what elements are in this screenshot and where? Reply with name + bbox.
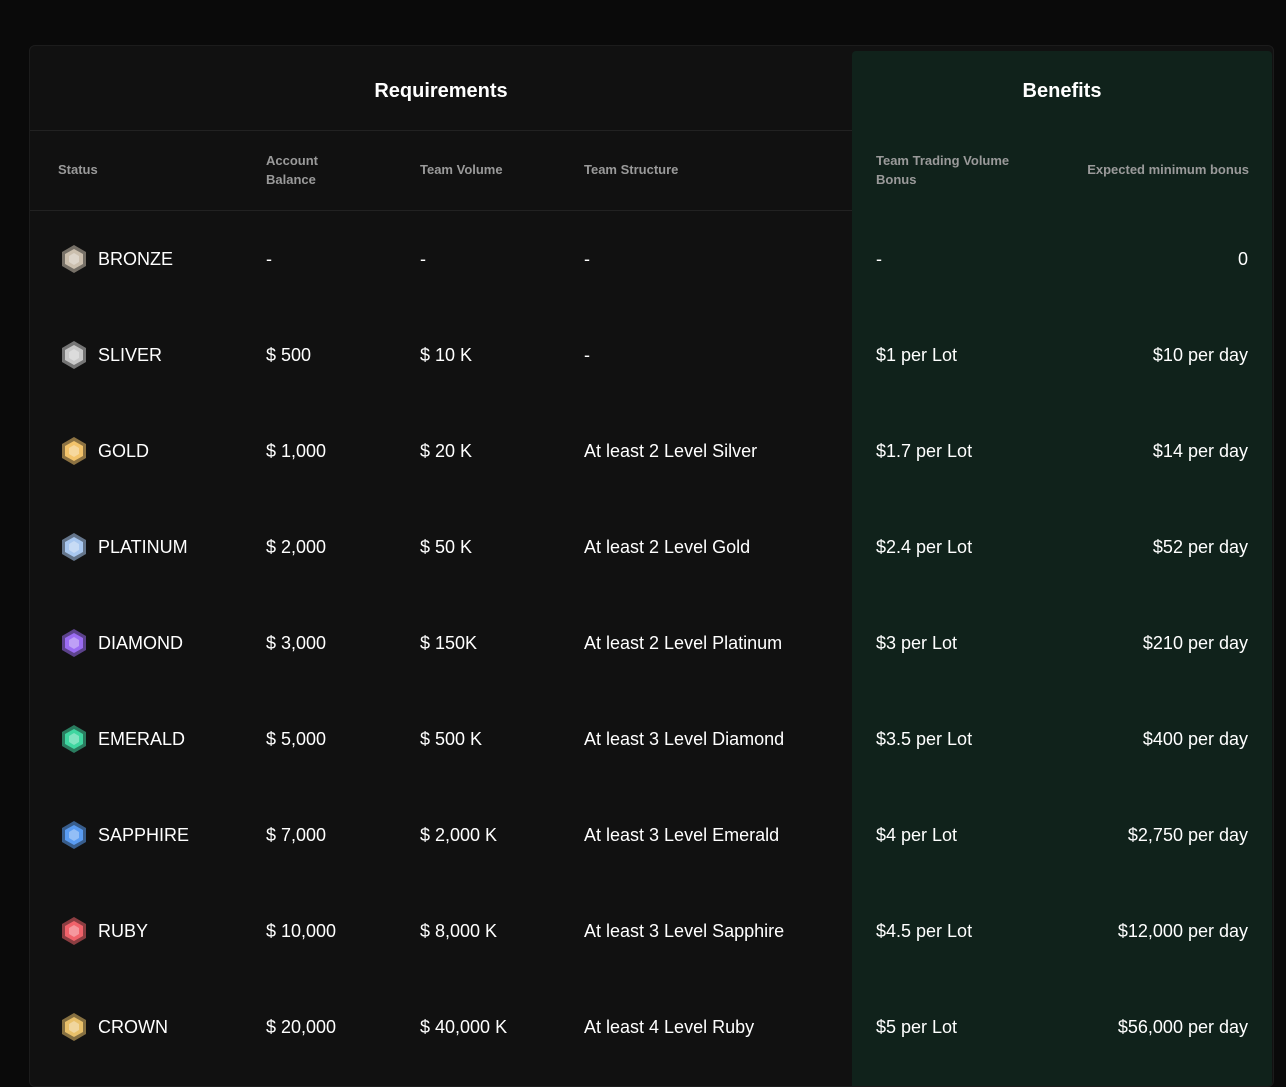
- status-label: GOLD: [98, 440, 150, 461]
- account-balance-cell: $ 1,000: [266, 441, 327, 461]
- min-bonus-cell: $52 per day: [1152, 537, 1248, 557]
- status-cell: RUBY: [58, 915, 148, 947]
- account-balance-cell: $ 20,000: [266, 1017, 337, 1037]
- team-volume-cell: $ 10 K: [420, 345, 473, 365]
- status-label: EMERALD: [98, 728, 186, 749]
- min-bonus-cell: $14 per day: [1152, 441, 1248, 461]
- account-balance-cell: $ 3,000: [266, 633, 327, 653]
- status-cell: EMERALD: [58, 723, 185, 755]
- status-cell: PLATINUM: [58, 531, 188, 563]
- status-cell: DIAMOND: [58, 627, 183, 659]
- column-header-account-balance: Account Balance: [266, 153, 318, 187]
- trading-bonus-cell: $4 per Lot: [876, 825, 958, 845]
- status-cell: CROWN: [58, 1011, 168, 1043]
- table-row: EMERALD $ 5,000 $ 500 K At least 3 Level Di…: [30, 691, 1272, 787]
- status-cell: SAPPHIRE: [58, 819, 189, 851]
- trading-bonus-cell: $1 per Lot: [876, 345, 958, 365]
- min-bonus-cell: $12,000 per day: [1117, 921, 1248, 941]
- trading-bonus-cell: $3.5 per Lot: [876, 729, 973, 749]
- trading-bonus-cell: -: [876, 249, 882, 269]
- account-balance-cell: $ 5,000: [266, 729, 327, 749]
- table-row: GOLD $ 1,000 $ 20 K At least 2 Level Silver…: [30, 403, 1272, 499]
- min-bonus-cell: $56,000 per day: [1117, 1017, 1248, 1037]
- table-row: DIAMOND $ 3,000 $ 150K At least 2 Level Pla…: [30, 595, 1272, 691]
- team-structure-cell: At least 3 Level Sapphire: [584, 921, 785, 941]
- crown-badge-icon: [58, 1011, 90, 1043]
- tier-table-card: Requirements Benefits Status Account Bal…: [29, 45, 1274, 1087]
- status-label: SLIVER: [98, 344, 163, 365]
- team-structure-cell: At least 2 Level Platinum: [584, 633, 783, 653]
- emerald-badge-icon: [58, 723, 90, 755]
- trading-bonus-cell: $3 per Lot: [876, 633, 958, 653]
- team-structure-cell: At least 2 Level Silver: [584, 441, 758, 461]
- trading-bonus-cell: $4.5 per Lot: [876, 921, 973, 941]
- min-bonus-cell: $2,750 per day: [1127, 825, 1248, 845]
- bronze-badge-icon: [58, 243, 90, 275]
- column-header-team-volume: Team Volume: [420, 162, 503, 177]
- team-structure-cell: -: [584, 249, 590, 269]
- team-volume-cell: $ 20 K: [420, 441, 473, 461]
- requirements-title: Requirements: [374, 80, 508, 102]
- status-label: RUBY: [98, 920, 149, 941]
- account-balance-cell: $ 500: [266, 345, 312, 365]
- trading-bonus-cell: $1.7 per Lot: [876, 441, 973, 461]
- column-header-trading-bonus: Team Trading Volume Bonus: [876, 153, 1010, 187]
- account-balance-cell: $ 2,000: [266, 537, 327, 557]
- platinum-badge-icon: [58, 531, 90, 563]
- ruby-badge-icon: [58, 915, 90, 947]
- account-balance-cell: -: [266, 249, 272, 269]
- min-bonus-cell: $10 per day: [1152, 345, 1248, 365]
- status-label: DIAMOND: [98, 632, 183, 653]
- team-volume-cell: -: [420, 249, 426, 269]
- min-bonus-cell: $400 per day: [1142, 729, 1248, 749]
- team-volume-cell: $ 500 K: [420, 729, 483, 749]
- table-row: SLIVER $ 500 $ 10 K - $1 per Lot $10 per day: [30, 307, 1272, 403]
- silver-badge-icon: [58, 339, 90, 371]
- account-balance-cell: $ 10,000: [266, 921, 337, 941]
- trading-bonus-cell: $2.4 per Lot: [876, 537, 973, 557]
- status-cell: GOLD: [58, 435, 149, 467]
- table-row: BRONZE - - - - 0: [30, 211, 1272, 307]
- team-structure-cell: At least 3 Level Diamond: [584, 729, 785, 749]
- status-cell: SLIVER: [58, 339, 162, 371]
- column-header-min-bonus: Expected minimum bonus: [1087, 162, 1249, 177]
- team-volume-cell: $ 2,000 K: [420, 825, 498, 845]
- status-cell: BRONZE: [58, 243, 173, 275]
- team-volume-cell: $ 40,000 K: [420, 1017, 508, 1037]
- sapphire-badge-icon: [58, 819, 90, 851]
- benefits-title: Benefits: [1022, 80, 1102, 102]
- team-volume-cell: $ 50 K: [420, 537, 473, 557]
- status-label: SAPPHIRE: [98, 824, 190, 845]
- min-bonus-cell: $210 per day: [1142, 633, 1248, 653]
- table-row: PLATINUM $ 2,000 $ 50 K At least 2 Level Go…: [30, 499, 1272, 595]
- column-header-team-structure: Team Structure: [584, 162, 679, 177]
- min-bonus-cell: 0: [1237, 249, 1248, 269]
- column-header-status: Status: [58, 162, 98, 177]
- team-structure-cell: At least 4 Level Ruby: [584, 1017, 755, 1037]
- divider: [30, 130, 852, 131]
- diamond-badge-icon: [58, 627, 90, 659]
- team-volume-cell: $ 150K: [420, 633, 478, 653]
- team-structure-cell: -: [584, 345, 590, 365]
- account-balance-cell: $ 7,000: [266, 825, 327, 845]
- status-label: PLATINUM: [98, 536, 188, 557]
- status-label: CROWN: [98, 1016, 168, 1037]
- team-structure-cell: At least 2 Level Gold: [584, 537, 751, 557]
- gold-badge-icon: [58, 435, 90, 467]
- table-row: SAPPHIRE $ 7,000 $ 2,000 K At least 3 Level…: [30, 787, 1272, 883]
- team-volume-cell: $ 8,000 K: [420, 921, 498, 941]
- table-row: CROWN $ 20,000 $ 40,000 K At least 4 Level …: [30, 979, 1272, 1075]
- team-structure-cell: At least 3 Level Emerald: [584, 825, 780, 845]
- status-label: BRONZE: [98, 248, 174, 269]
- table-row: RUBY $ 10,000 $ 8,000 K At least 3 Level Sa…: [30, 883, 1272, 979]
- trading-bonus-cell: $5 per Lot: [876, 1017, 958, 1037]
